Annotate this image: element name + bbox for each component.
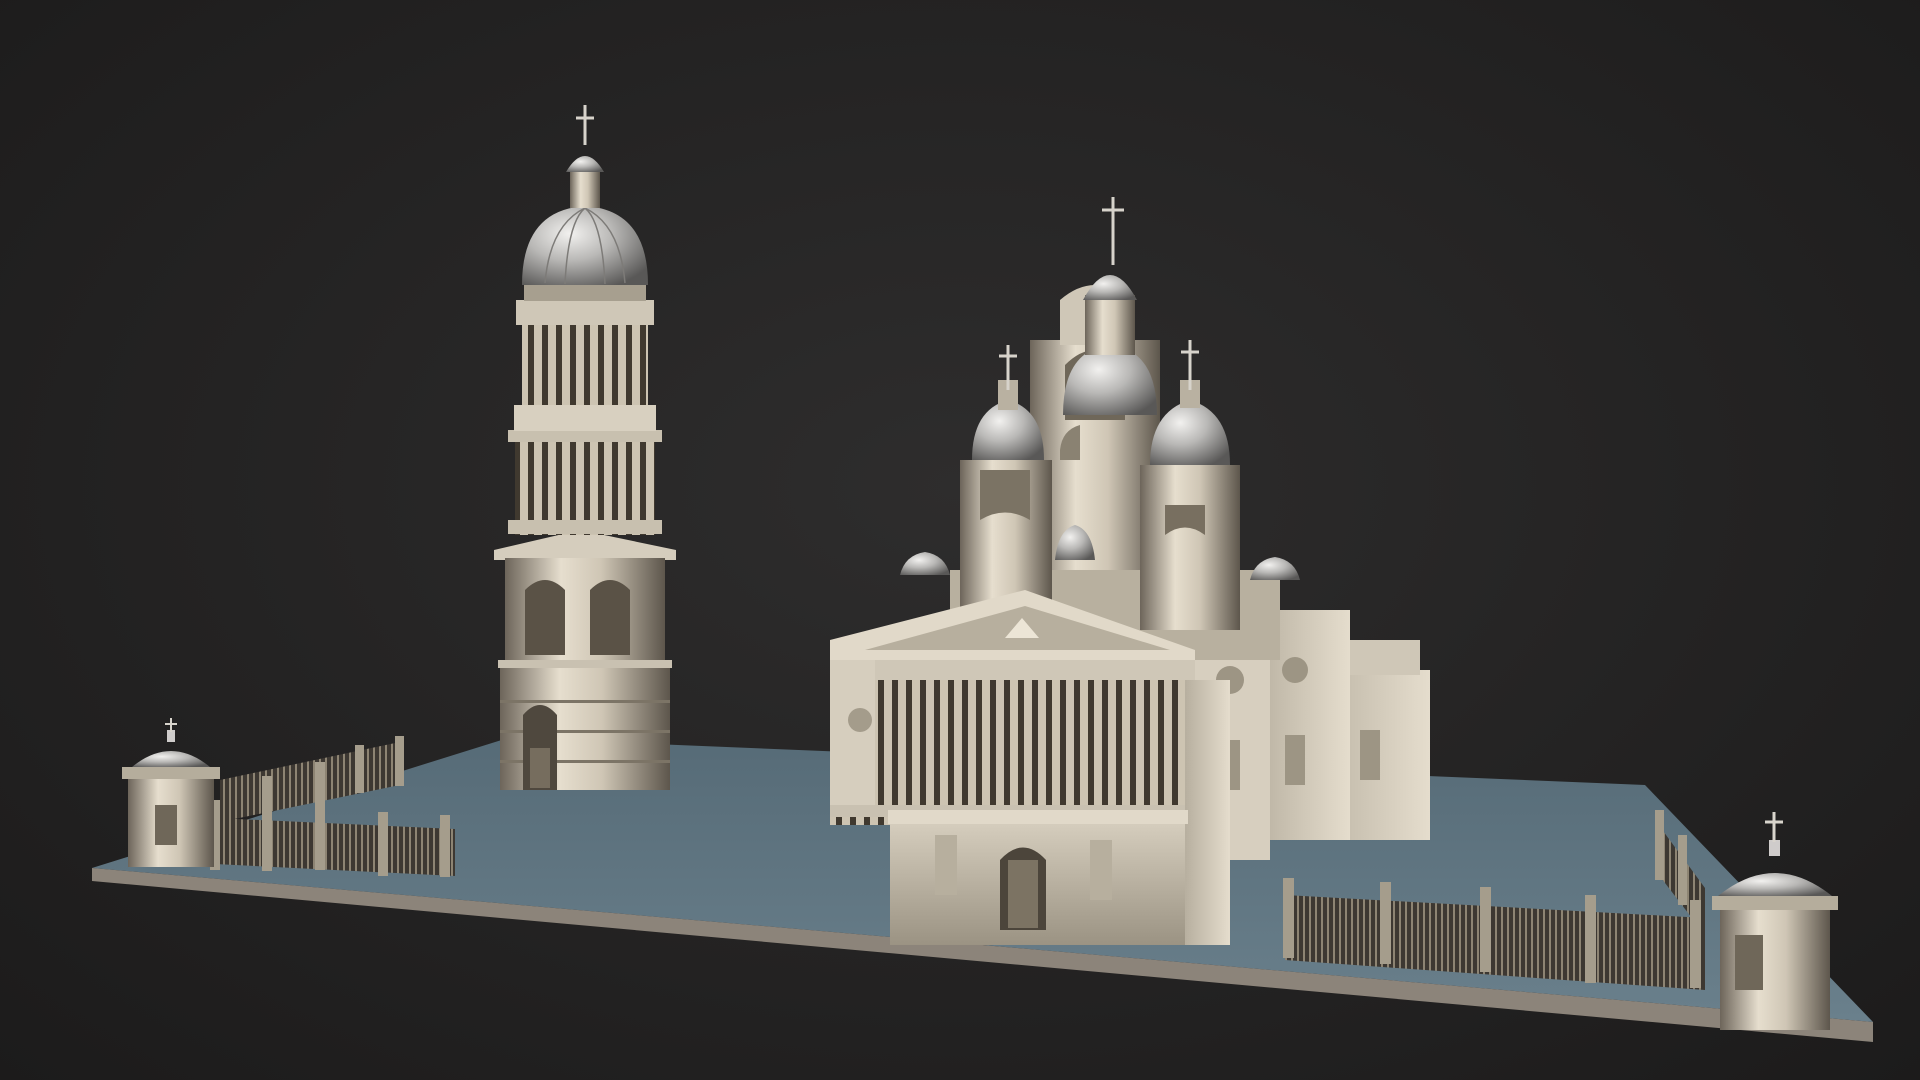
left-chapel-kiosk [122,718,220,867]
right-chapel-kiosk [1712,812,1838,1030]
bell-tower [494,105,676,790]
3d-render-viewport[interactable] [0,0,1920,1080]
cathedral [830,197,1430,945]
